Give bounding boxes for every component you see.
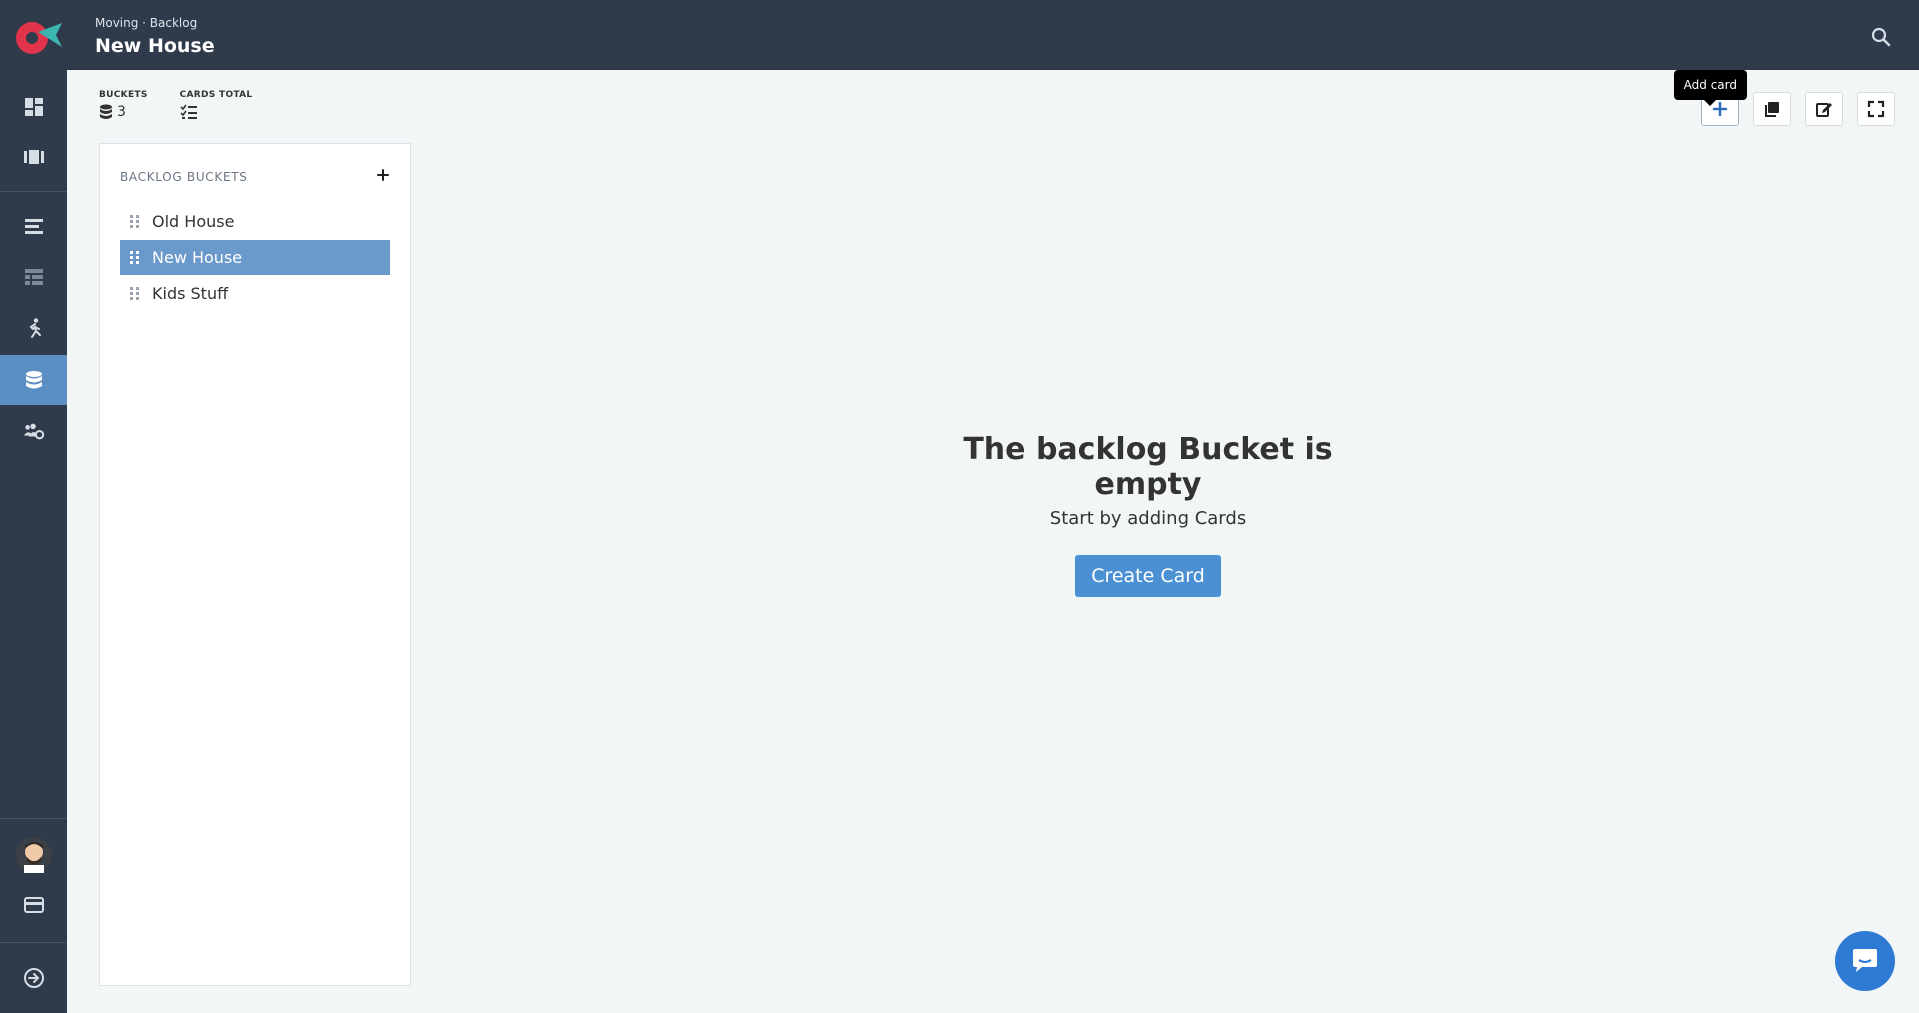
breadcrumb[interactable]: Moving · Backlog [95,16,197,30]
drag-handle-icon[interactable] [130,250,140,265]
sidebar-item-boards[interactable] [0,132,67,182]
buckets-count: 3 [117,104,126,120]
bucket-item[interactable]: New House [120,240,390,275]
sidebar-item-dashboard[interactable] [0,82,67,132]
stats-bar: BUCKETS 3 CARDS TOTAL [99,90,252,120]
chat-button[interactable] [1835,931,1895,991]
bucket-label: Old House [152,212,235,231]
bucket-label: Kids Stuff [152,284,229,303]
backlog-buckets-panel: BACKLOG BUCKETS Old House New House Kids… [99,143,411,986]
bucket-list: Old House New House Kids Stuff [120,204,390,312]
bucket-item[interactable]: Kids Stuff [120,276,390,311]
buckets-stat-label: BUCKETS [99,90,148,100]
drag-handle-icon[interactable] [130,286,140,301]
copy-icon [1765,102,1779,117]
database-icon [100,104,112,119]
runner-icon [28,318,41,338]
list-align-icon [24,219,43,234]
dashboard-icon [24,98,43,116]
sidebar [0,70,67,1013]
cards-total-label: CARDS TOTAL [179,90,253,100]
sidebar-divider [0,942,67,943]
top-header: Moving · Backlog New House [0,0,1919,70]
sidebar-item-backlog[interactable] [0,355,67,405]
drag-handle-icon[interactable] [130,214,140,229]
arrow-circle-right-icon [23,968,44,988]
edit-icon [1816,103,1832,117]
expand-icon [1867,100,1885,118]
tooltip: Add card [1673,70,1747,100]
avatar [15,837,52,873]
create-card-button[interactable]: Create Card [1075,555,1221,597]
sidebar-item-timeline[interactable] [0,201,67,251]
tasks-icon [180,104,197,119]
sidebar-item-sprints[interactable] [0,303,67,353]
table-icon [24,269,43,285]
edit-button[interactable] [1805,92,1843,126]
sidebar-divider [0,818,67,819]
bucket-item[interactable]: Old House [120,204,390,239]
main-content: BUCKETS 3 CARDS TOTAL Add card BACKLOG B… [67,70,1919,1013]
empty-state: The backlog Bucket is empty Start by add… [938,432,1358,597]
fullscreen-button[interactable] [1857,92,1895,126]
bucket-label: New House [152,248,243,267]
database-icon [25,371,42,389]
toolbar: Add card [1673,70,1895,126]
empty-state-title: The backlog Bucket is empty [963,432,1333,502]
empty-state-subtitle: Start by adding Cards [1049,508,1247,529]
sidebar-item-billing[interactable] [0,880,67,930]
app-logo[interactable] [14,14,68,56]
add-bucket-icon[interactable] [374,166,392,184]
chat-icon [1853,949,1877,972]
cards-total-stat: CARDS TOTAL [180,90,253,120]
search-icon[interactable] [1871,27,1891,47]
sidebar-item-team[interactable] [0,406,67,456]
sidebar-item-table[interactable] [0,252,67,302]
panel-title: BACKLOG BUCKETS [120,170,248,184]
sidebar-item-logout[interactable] [0,953,67,1003]
sidebar-item-profile[interactable] [0,830,67,880]
credit-card-icon [23,897,44,913]
users-cog-icon [23,423,44,440]
page-title: New House [95,35,215,57]
panel-header: BACKLOG BUCKETS [120,166,392,186]
kanban-icon [23,150,44,164]
duplicate-button[interactable] [1753,92,1791,126]
buckets-stat: BUCKETS 3 [99,90,148,120]
sidebar-divider [0,191,67,192]
